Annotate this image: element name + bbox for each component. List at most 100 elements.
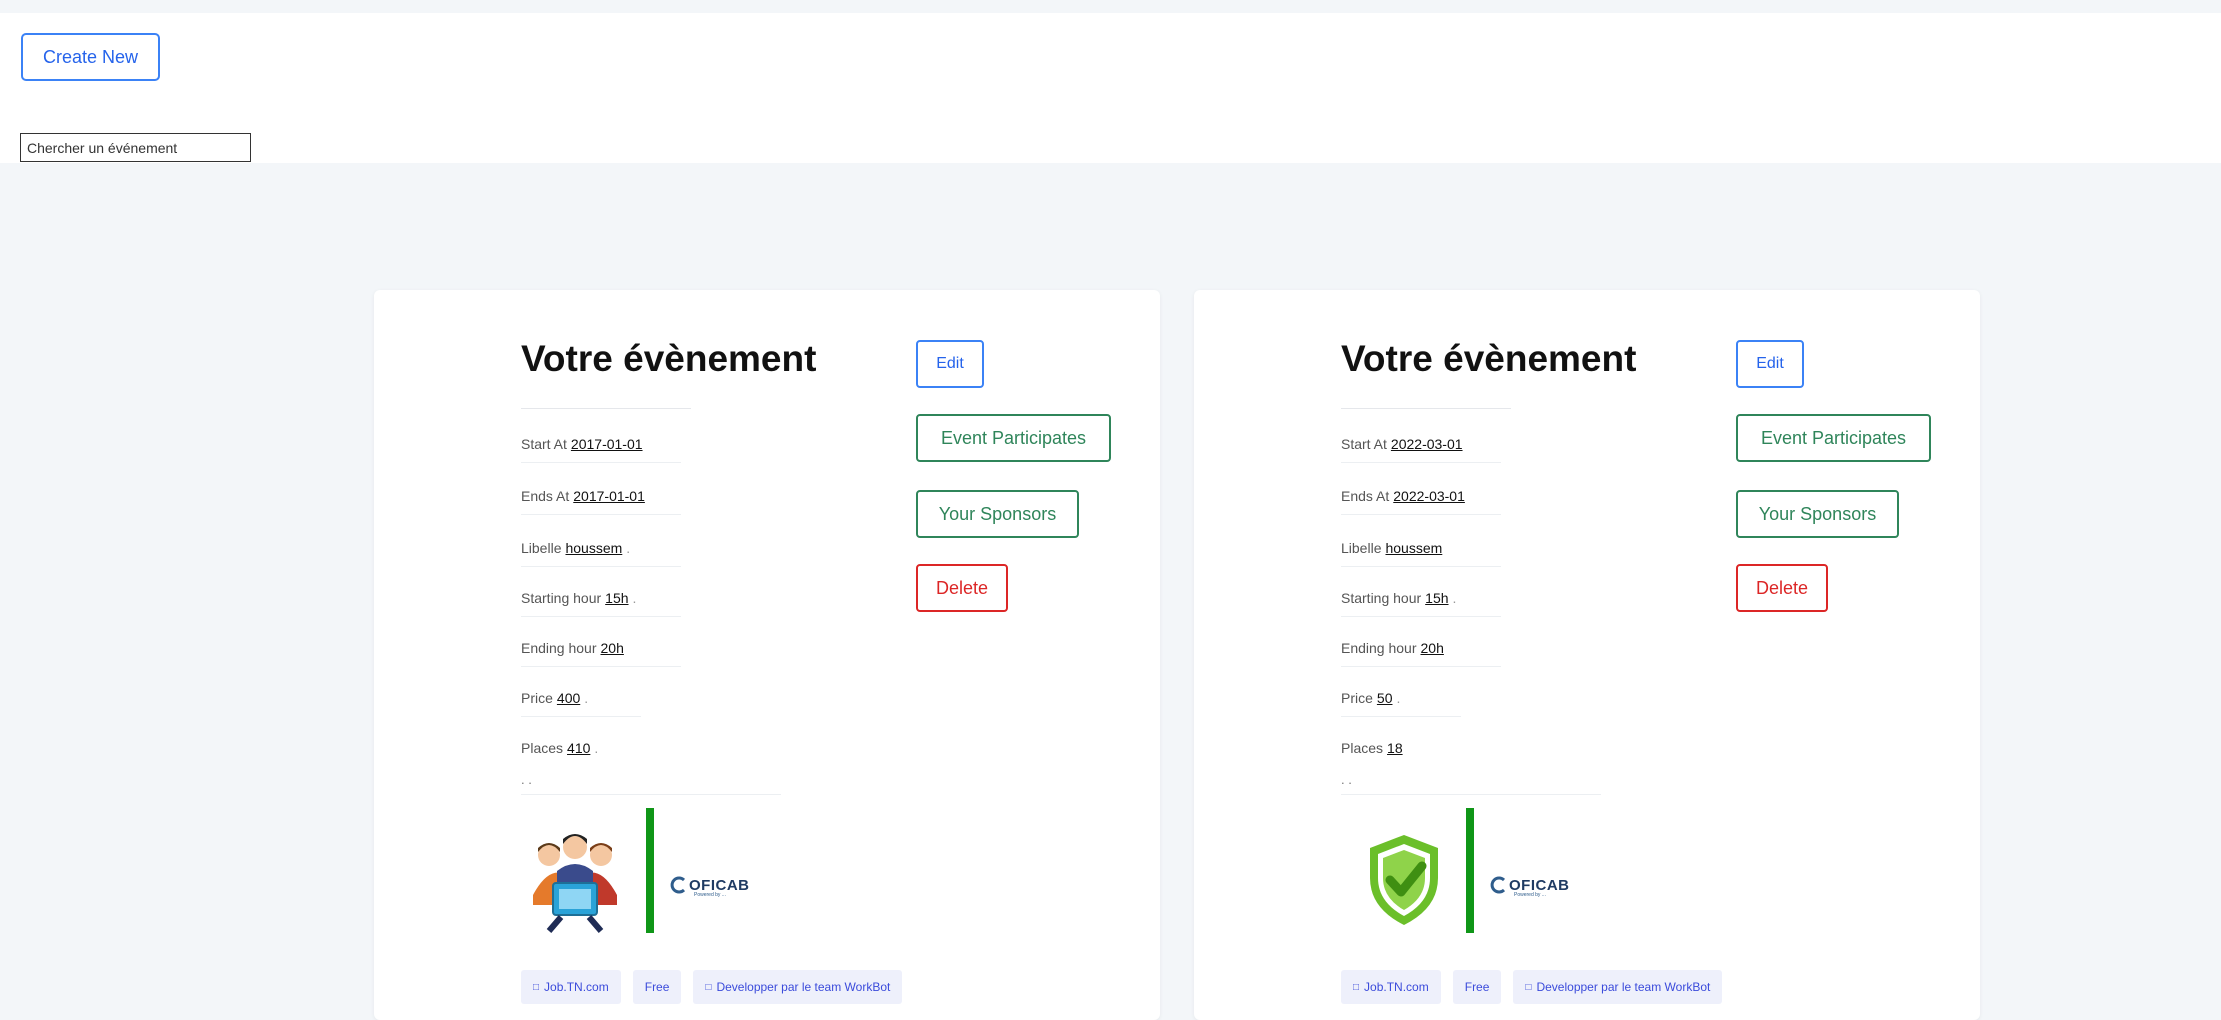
event-participates-button[interactable]: Event Participates bbox=[1736, 414, 1931, 462]
field-label: Libelle bbox=[1341, 540, 1382, 556]
field-value: 50 bbox=[1376, 690, 1393, 706]
divider bbox=[521, 514, 681, 515]
field-value: 2017-01-01 bbox=[573, 488, 645, 504]
field-label: Ends At bbox=[521, 488, 570, 504]
divider bbox=[1341, 462, 1501, 463]
field-libelle: Libelle houssem bbox=[1341, 540, 1446, 556]
field-starting-hour: Starting hour 15h. bbox=[1341, 590, 1456, 606]
shield-check-icon bbox=[1370, 835, 1438, 925]
field-value: 20h bbox=[1420, 640, 1444, 656]
field-starting-hour: Starting hour 15h. bbox=[521, 590, 636, 606]
field-price: Price 400. bbox=[521, 690, 588, 706]
tag-jobtn[interactable]: □ Job.TN.com bbox=[521, 970, 621, 1004]
field-label: Ends At bbox=[1341, 488, 1390, 504]
field-label: Ending hour bbox=[521, 640, 597, 656]
field-label: Places bbox=[1341, 740, 1384, 756]
people-tablet-icon bbox=[533, 834, 617, 933]
field-price: Price 50. bbox=[1341, 690, 1400, 706]
divider bbox=[1341, 514, 1501, 515]
oficab-swirl-icon bbox=[1490, 876, 1506, 894]
field-value: 2022-03-01 bbox=[1390, 436, 1463, 452]
logo-text: OFICAB bbox=[689, 876, 750, 894]
field-label: Starting hour bbox=[521, 590, 602, 606]
your-sponsors-button[interactable]: Your Sponsors bbox=[1736, 490, 1899, 538]
field-value: 15h bbox=[605, 590, 629, 606]
divider bbox=[1341, 716, 1461, 717]
field-label: Start At bbox=[1341, 436, 1387, 452]
field-value: 18 bbox=[1387, 740, 1403, 756]
divider bbox=[521, 462, 681, 463]
field-value: 2022-03-01 bbox=[1393, 488, 1465, 504]
create-new-button[interactable]: Create New bbox=[21, 33, 160, 81]
tag-label: Job.TN.com bbox=[544, 980, 609, 994]
field-value: 2017-01-01 bbox=[570, 436, 643, 452]
search-event-input[interactable] bbox=[20, 133, 251, 162]
field-value: houssem bbox=[565, 540, 623, 556]
top-toolbar: Create New bbox=[0, 13, 2221, 163]
field-value: 20h bbox=[600, 640, 624, 656]
field-start-at: Start At 2022-03-01 bbox=[1341, 436, 1467, 452]
divider bbox=[521, 716, 641, 717]
field-label: Price bbox=[1341, 690, 1373, 706]
tag-developer[interactable]: □ Developper par le team WorkBot bbox=[1513, 970, 1723, 1004]
tag-label: Developper par le team WorkBot bbox=[716, 980, 891, 994]
edit-button[interactable]: Edit bbox=[1736, 340, 1804, 388]
field-value: houssem bbox=[1385, 540, 1443, 556]
field-ends-at: Ends At 2017-01-01 bbox=[521, 488, 649, 504]
dots-text: . . bbox=[521, 772, 532, 787]
event-card: Votre évènement Start At 2022-03-01 Ends … bbox=[1194, 290, 1980, 1020]
tag-label: Free bbox=[644, 980, 670, 994]
edit-button[interactable]: Edit bbox=[916, 340, 984, 388]
field-trail: . bbox=[1396, 690, 1401, 706]
divider bbox=[1341, 408, 1511, 409]
square-icon: □ bbox=[705, 981, 712, 993]
field-trail: . bbox=[594, 740, 599, 756]
tag-free[interactable]: Free bbox=[632, 970, 682, 1004]
field-label: Ending hour bbox=[1341, 640, 1417, 656]
field-ending-hour: Ending hour 20h bbox=[521, 640, 628, 656]
field-label: Places bbox=[521, 740, 564, 756]
field-label: Start At bbox=[521, 436, 567, 452]
divider bbox=[521, 566, 681, 567]
logo-text: OFICAB bbox=[1509, 876, 1570, 894]
square-icon: □ bbox=[533, 981, 540, 993]
field-libelle: Libelle houssem. bbox=[521, 540, 630, 556]
tag-label: Developper par le team WorkBot bbox=[1536, 980, 1711, 994]
field-ends-at: Ends At 2022-03-01 bbox=[1341, 488, 1469, 504]
event-card: Votre évènement Start At 2017-01-01 Ends … bbox=[374, 290, 1160, 1020]
logo-subtext: Powered by ... bbox=[694, 892, 726, 898]
field-places: Places 410. bbox=[521, 740, 598, 756]
field-trail: . bbox=[632, 590, 637, 606]
delete-button[interactable]: Delete bbox=[916, 564, 1008, 612]
divider bbox=[1341, 616, 1501, 617]
tag-free[interactable]: Free bbox=[1452, 970, 1502, 1004]
field-label: Libelle bbox=[521, 540, 562, 556]
footer-tags: □ Job.TN.com Free □ Developper par le team… bbox=[1341, 970, 1723, 1004]
your-sponsors-button[interactable]: Your Sponsors bbox=[916, 490, 1079, 538]
field-trail: . bbox=[1452, 590, 1457, 606]
delete-button[interactable]: Delete bbox=[1736, 564, 1828, 612]
field-label: Price bbox=[521, 690, 553, 706]
event-title: Votre évènement bbox=[521, 338, 817, 379]
field-label: Starting hour bbox=[1341, 590, 1422, 606]
divider bbox=[1341, 566, 1501, 567]
square-icon: □ bbox=[1525, 981, 1532, 993]
event-participates-button[interactable]: Event Participates bbox=[916, 414, 1111, 462]
field-places: Places 18 bbox=[1341, 740, 1407, 756]
divider bbox=[521, 616, 681, 617]
oficab-logo: OFICAB bbox=[1489, 870, 1609, 900]
field-start-at: Start At 2017-01-01 bbox=[521, 436, 647, 452]
tag-label: Job.TN.com bbox=[1364, 980, 1429, 994]
field-ending-hour: Ending hour 20h bbox=[1341, 640, 1448, 656]
field-value: 15h bbox=[1425, 590, 1449, 606]
field-trail: . bbox=[584, 690, 589, 706]
event-title: Votre évènement bbox=[1341, 338, 1637, 379]
field-value: 400 bbox=[556, 690, 581, 706]
tag-developer[interactable]: □ Developper par le team WorkBot bbox=[693, 970, 903, 1004]
field-trail: . bbox=[626, 540, 631, 556]
tag-jobtn[interactable]: □ Job.TN.com bbox=[1341, 970, 1441, 1004]
divider bbox=[521, 666, 681, 667]
divider bbox=[1341, 794, 1601, 795]
logo-divider-bar bbox=[646, 808, 654, 933]
footer-tags: □ Job.TN.com Free □ Developper par le team… bbox=[521, 970, 903, 1004]
